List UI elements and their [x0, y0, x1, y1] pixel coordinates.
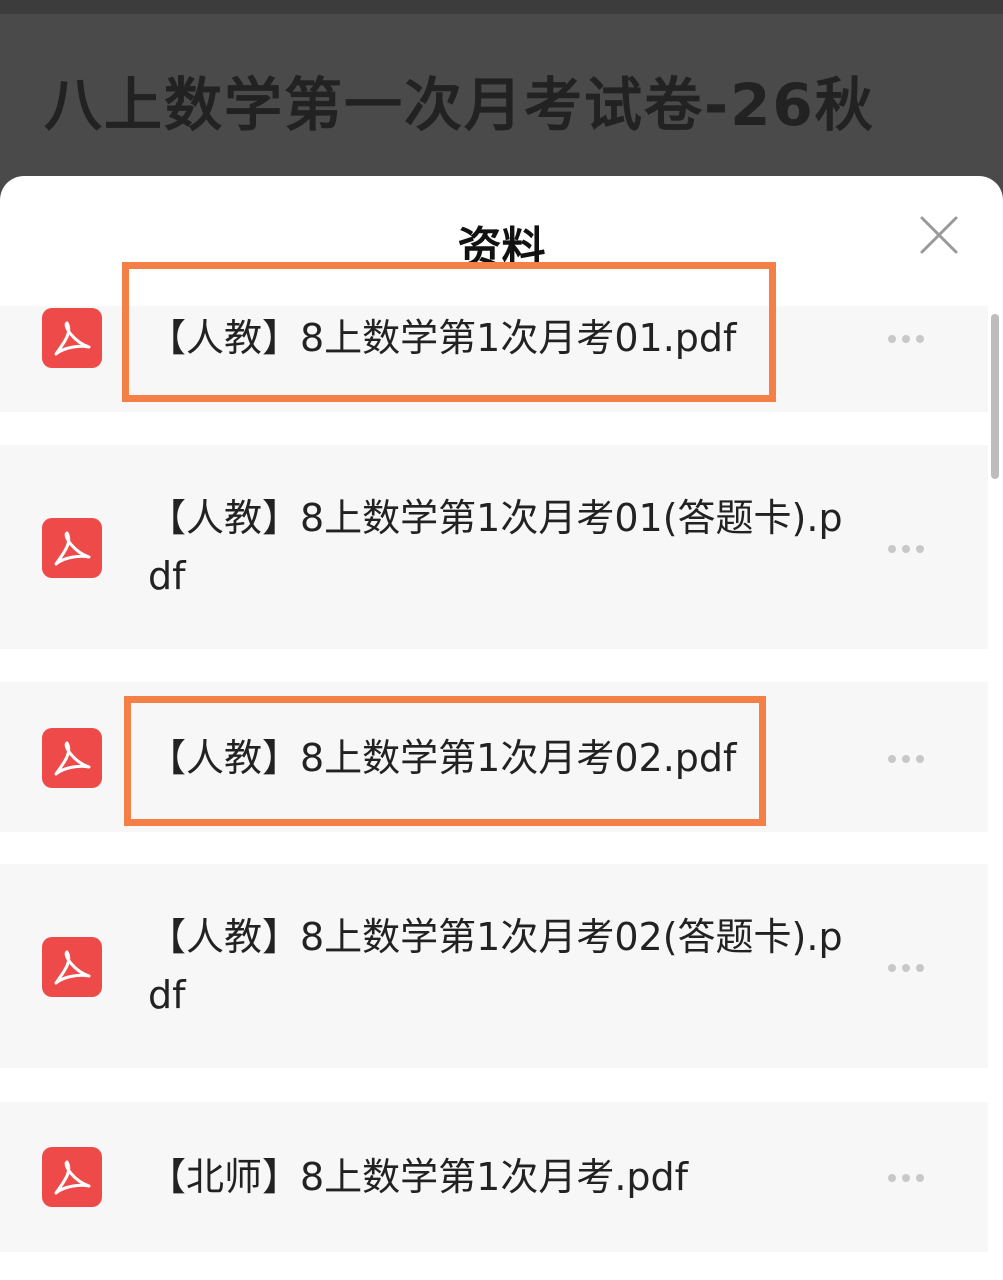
pdf-icon: [42, 728, 102, 788]
scrollbar[interactable]: [991, 314, 999, 479]
page-title: 八上数学第一次月考试卷-26秋: [44, 71, 875, 139]
pdf-icon: [42, 308, 102, 368]
more-icon[interactable]: [884, 329, 928, 349]
more-icon[interactable]: [884, 1168, 928, 1188]
file-name: 【人教】8上数学第1次月考01(答题卡).pdf: [148, 496, 843, 598]
file-item[interactable]: 【人教】8上数学第1次月考01.pdf: [0, 306, 988, 412]
file-name: 【人教】8上数学第1次月考02(答题卡).pdf: [148, 915, 843, 1017]
pdf-icon: [42, 1147, 102, 1207]
file-item[interactable]: 【人教】8上数学第1次月考02(答题卡).pdf: [0, 864, 988, 1068]
backdrop-strip: [0, 0, 1003, 14]
file-name: 【北师】8上数学第1次月考.pdf: [148, 1155, 689, 1199]
sheet-title: 资料: [457, 223, 546, 274]
more-icon[interactable]: [884, 958, 928, 978]
more-icon[interactable]: [884, 539, 928, 559]
pdf-icon: [42, 518, 102, 578]
materials-sheet: 资料 【人教】8上数学第1次月考01.pdf 【人教】8上数学第1次月考01(答…: [0, 176, 1003, 1280]
pdf-icon: [42, 937, 102, 997]
file-item[interactable]: 【北师】8上数学第1次月考.pdf: [0, 1102, 988, 1252]
close-icon[interactable]: [916, 212, 962, 258]
file-name: 【人教】8上数学第1次月考02.pdf: [148, 736, 737, 780]
file-item[interactable]: 【人教】8上数学第1次月考02.pdf: [0, 682, 988, 832]
file-item[interactable]: 【人教】8上数学第1次月考01(答题卡).pdf: [0, 445, 988, 649]
file-name: 【人教】8上数学第1次月考01.pdf: [148, 316, 737, 360]
more-icon[interactable]: [884, 749, 928, 769]
